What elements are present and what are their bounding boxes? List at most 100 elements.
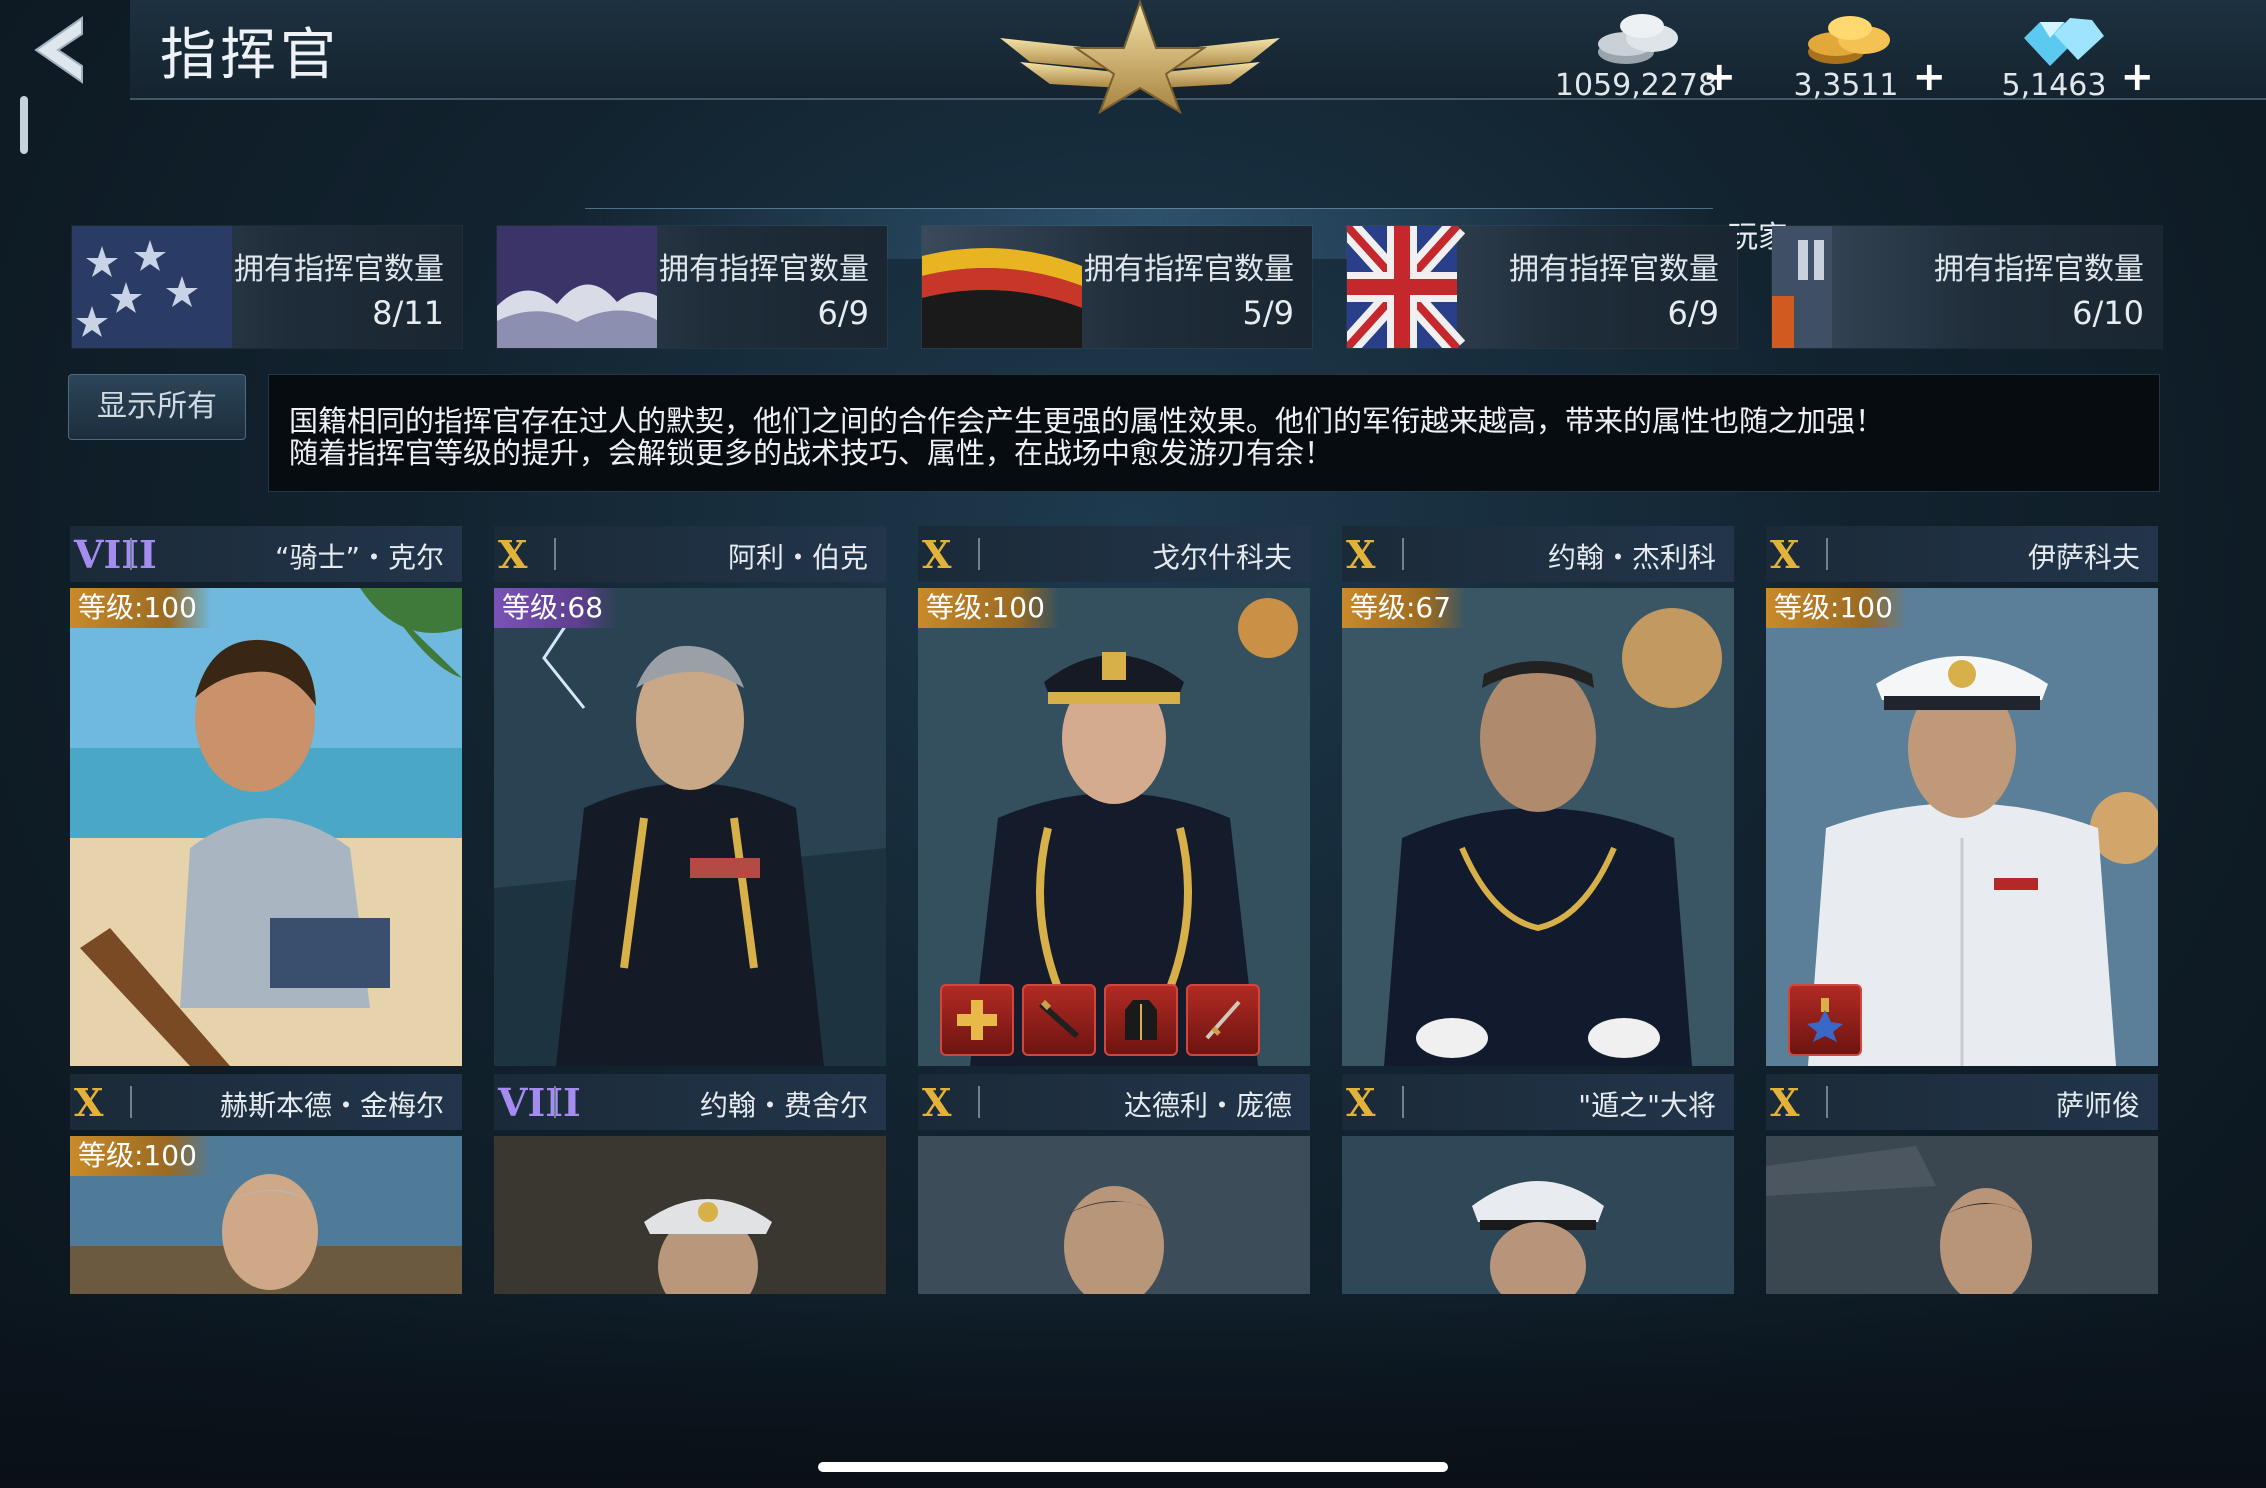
commander-name: 约翰・费舍尔 (699, 1089, 868, 1122)
nation-count: 6/10 (2072, 294, 2144, 332)
commander-header: VIII 约翰・费舍尔 (494, 1074, 886, 1130)
commander-portrait[interactable]: 等级:100 (918, 588, 1310, 1066)
commander-name: 伊萨科夫 (2027, 541, 2140, 574)
commander-header: VIII “骑士”・克尔 (70, 526, 462, 582)
nation-count: 6/9 (1667, 294, 1720, 332)
equipment-slots (940, 984, 1260, 1056)
diamonds-icon (2024, 18, 2104, 66)
commander-portrait[interactable]: 等级:67 (1342, 588, 1734, 1066)
level-badge: 等级:100 (70, 588, 211, 628)
add-gold-button[interactable]: + (1912, 54, 1946, 100)
gold-coins-icon (1808, 16, 1890, 64)
nation-label: 拥有指挥官数量 (234, 252, 444, 287)
nation-label: 拥有指挥官数量 (1084, 252, 1294, 287)
nation-card-soviet[interactable]: 拥有指挥官数量 6/10 (1772, 226, 2162, 348)
nation-card-germany[interactable]: 拥有指挥官数量 5/9 (922, 226, 1312, 348)
back-button[interactable] (22, 14, 102, 86)
commander-portrait[interactable]: 等级:100 (1766, 588, 2158, 1066)
germany-flag-icon (922, 248, 1082, 348)
rank-badge: X (498, 532, 528, 577)
level-badge: 等级:68 (494, 588, 618, 628)
commander-name: 达德利・庞德 (1123, 1089, 1292, 1122)
commander-header: X "遁之"大将 (1342, 1074, 1734, 1130)
currency-diamond: 5,1463 + (1964, 8, 2154, 103)
nation-count: 5/9 (1242, 294, 1295, 332)
dagger-icon[interactable] (1022, 984, 1096, 1056)
nation-label: 拥有指挥官数量 (659, 252, 869, 287)
commander-header: X 伊萨科夫 (1766, 526, 2158, 582)
nation-card-japan[interactable]: 拥有指挥官数量 6/9 (497, 226, 887, 348)
rank-badge: X (1770, 532, 1800, 577)
commander-name: 赫斯本德・金梅尔 (219, 1089, 444, 1122)
rank-badge: X (74, 1080, 104, 1125)
currency-gold: 3,3511 + (1756, 8, 1946, 103)
rank-badge: X (922, 532, 952, 577)
header-divider (978, 538, 980, 570)
commander-portrait[interactable] (918, 1136, 1310, 1294)
order-star-icon[interactable] (1788, 984, 1862, 1056)
nation-card-uk[interactable]: 拥有指挥官数量 6/9 (1347, 226, 1737, 348)
bottom-fade (0, 1296, 2266, 1488)
equipment-slots (1788, 984, 1862, 1056)
soviet-flag-icon (1772, 226, 1832, 348)
commander-header: X 赫斯本德・金梅尔 (70, 1074, 462, 1130)
header-divider (1826, 1086, 1828, 1118)
japan-flag-icon (497, 226, 657, 348)
rank-badge: X (1770, 1080, 1800, 1125)
nation-count: 6/9 (817, 294, 870, 332)
add-silver-button[interactable]: + (1702, 54, 1736, 100)
description-line-2: 随着指挥官等级的提升，会解锁更多的战术技巧、属性，在战场中愈发游刃有余！ (289, 436, 1334, 470)
rank-badge: X (1346, 1080, 1376, 1125)
coat-icon[interactable] (1104, 984, 1178, 1056)
nation-label: 拥有指挥官数量 (1509, 252, 1719, 287)
nation-count: 8/11 (372, 294, 444, 332)
commander-header: X 萨师俊 (1766, 1074, 2158, 1130)
side-drawer-handle[interactable] (20, 96, 28, 154)
commander-name: "遁之"大将 (1578, 1089, 1716, 1122)
commander-portrait[interactable] (1342, 1136, 1734, 1294)
commander-header: X 阿利・伯克 (494, 526, 886, 582)
rank-badge: VIII (74, 532, 157, 577)
top-bar: 指挥官 1059,2278 + 3,3511 + 5,1463 + (0, 0, 2266, 115)
silver-value: 1059,2278 (1554, 68, 1718, 103)
rank-badge: VIII (498, 1080, 581, 1125)
sword-icon[interactable] (1186, 984, 1260, 1056)
show-all-button[interactable]: 显示所有 (68, 374, 246, 440)
cross-medal-icon[interactable] (940, 984, 1014, 1056)
rank-badge: X (1346, 532, 1376, 577)
page-title: 指挥官 (160, 23, 340, 88)
gold-value: 3,3511 (1793, 68, 1899, 103)
back-arrow-icon (34, 16, 83, 84)
commander-header: X 戈尔什科夫 (918, 526, 1310, 582)
header-divider (130, 1086, 132, 1118)
commander-name: “骑士”・克尔 (274, 541, 444, 574)
commander-portrait[interactable] (494, 1136, 886, 1294)
currency-silver: 1059,2278 + (1546, 8, 1736, 103)
header-divider (554, 1086, 556, 1118)
usa-flag-icon (72, 226, 232, 348)
commander-name: 阿利・伯克 (727, 541, 868, 574)
header-divider (978, 1086, 980, 1118)
rank-badge: X (922, 1080, 952, 1125)
nation-card-usa[interactable]: 拥有指挥官数量 8/11 (72, 226, 462, 348)
level-badge: 等级:67 (1342, 588, 1466, 628)
home-indicator[interactable] (818, 1462, 1448, 1472)
silver-coins-icon (1598, 14, 1678, 64)
commander-name: 戈尔什科夫 (1151, 541, 1292, 574)
header-divider (1402, 538, 1404, 570)
uk-flag-icon (1347, 226, 1466, 348)
description-line-1: 国籍相同的指挥官存在过人的默契，他们之间的合作会产生更强的属性效果。他们的军衔越… (289, 404, 1885, 438)
commander-portrait[interactable]: 等级:100 (70, 588, 462, 1066)
add-diamond-button[interactable]: + (2120, 54, 2154, 100)
commander-portrait[interactable] (1766, 1136, 2158, 1294)
diamond-value: 5,1463 (2001, 68, 2107, 103)
level-badge: 等级:100 (918, 588, 1059, 628)
nationality-description: 国籍相同的指挥官存在过人的默契，他们之间的合作会产生更强的属性效果。他们的军衔越… (268, 374, 2160, 492)
commander-header: X 达德利・庞德 (918, 1074, 1310, 1130)
commander-portrait[interactable]: 等级:100 (70, 1136, 462, 1294)
commander-name: 萨师俊 (2055, 1089, 2140, 1122)
level-badge: 等级:100 (70, 1136, 211, 1176)
commander-portrait[interactable]: 等级:68 (494, 588, 886, 1066)
level-badge: 等级:100 (1766, 588, 1907, 628)
nation-label: 拥有指挥官数量 (1934, 252, 2144, 287)
